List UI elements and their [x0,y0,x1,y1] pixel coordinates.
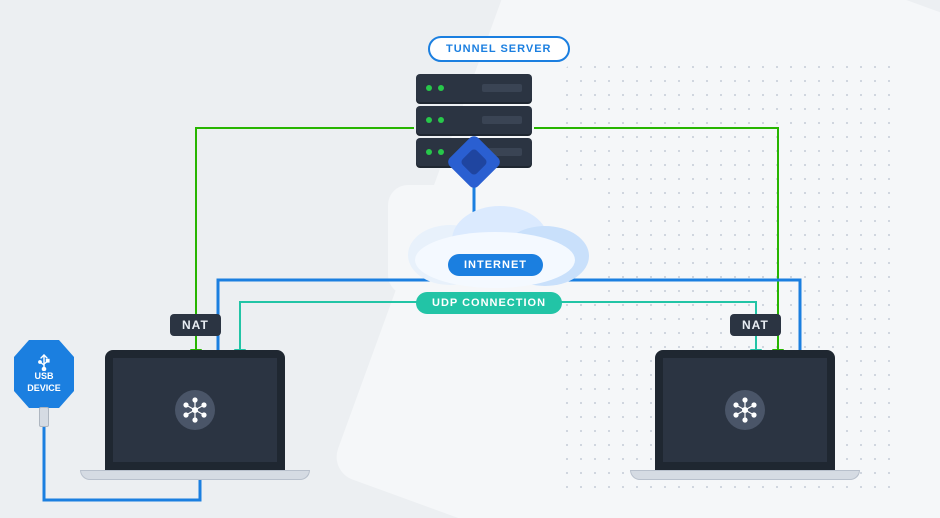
node-icon [175,390,215,430]
nat-badge-right: NAT [730,314,781,336]
server-unit [416,74,532,102]
server-unit [416,106,532,134]
internet-label: INTERNET [448,254,543,276]
laptop-screen [655,350,835,470]
laptop-base [630,470,860,480]
laptop-left [80,350,310,480]
nat-badge-left: NAT [170,314,221,336]
usb-plug-icon [39,407,49,427]
cloud-icon [390,200,600,295]
node-icon [725,390,765,430]
usb-label-line2: DEVICE [27,383,61,395]
laptop-right [630,350,860,480]
tunnel-server-label: TUNNEL SERVER [428,36,570,62]
usb-label-line1: USB [34,371,53,383]
diagram-stage: TUNNEL SERVER INTERNET UDP CONNECTION NA… [0,0,940,518]
laptop-screen [105,350,285,470]
server-stack [416,74,532,170]
usb-icon [37,353,51,371]
laptop-base [80,470,310,480]
udp-connection-label: UDP CONNECTION [416,292,562,314]
usb-device-badge: USB DEVICE [14,340,74,408]
